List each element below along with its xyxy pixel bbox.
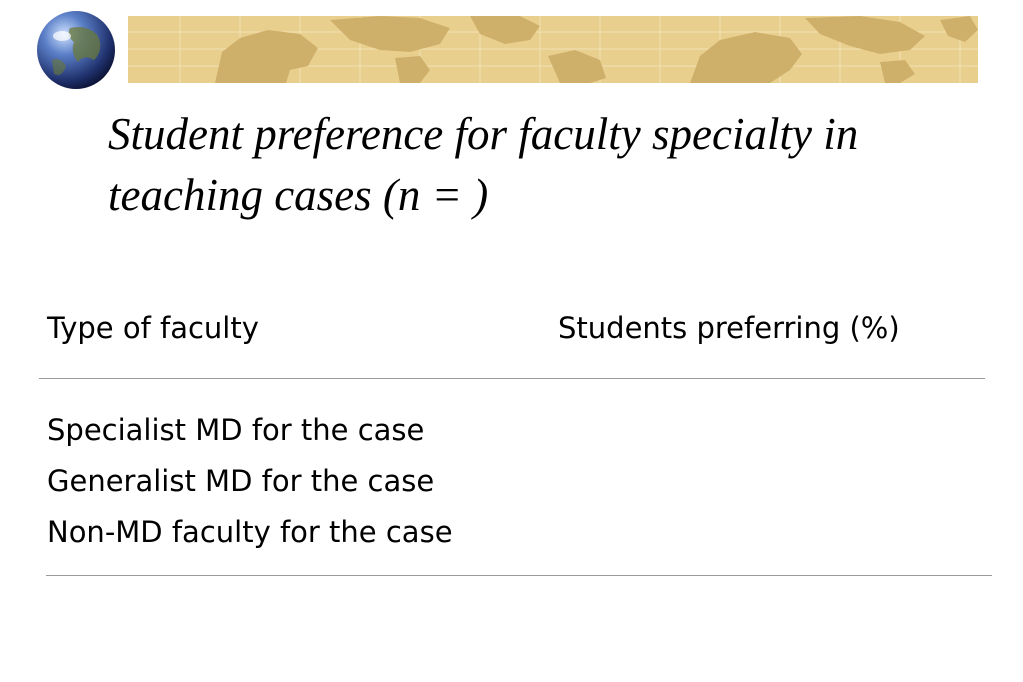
column-header-students-preferring: Students preferring (%) [558,311,900,345]
table-row-generalist: Generalist MD for the case [47,464,435,498]
header-banner [37,9,978,93]
table-row-specialist: Specialist MD for the case [47,413,425,447]
globe-icon [37,9,122,93]
table-row-non-md: Non-MD faculty for the case [47,515,453,549]
table-bottom-divider [46,575,992,576]
table-header-divider [39,378,985,379]
column-header-faculty-type: Type of faculty [47,311,259,345]
world-map-banner [128,16,978,83]
slide-title: Student preference for faculty specialty… [108,109,859,220]
